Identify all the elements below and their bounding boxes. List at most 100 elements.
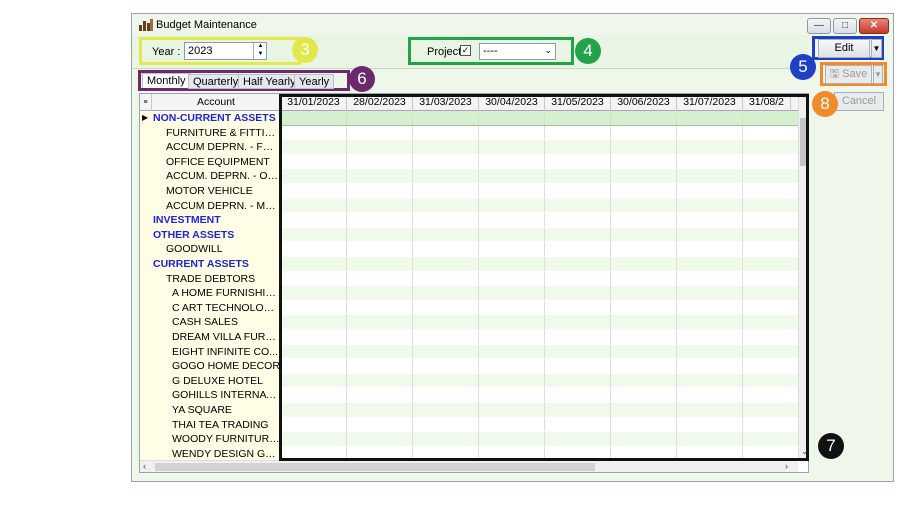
account-group-label[interactable]: CURRENT ASSETS	[152, 257, 280, 272]
table-row[interactable]: ACCUM DEPRN. - MOT...	[140, 198, 808, 214]
budget-value-cells[interactable]	[281, 271, 802, 287]
table-row[interactable]: ACCUM DEPRN. - FUR...	[140, 140, 808, 155]
budget-value-cells[interactable]	[281, 169, 802, 184]
table-row[interactable]: CURRENT ASSETS	[140, 257, 808, 272]
account-label[interactable]: ACCUM DEPRN. - MOT...	[152, 199, 280, 214]
account-label[interactable]: ACCUM. DEPRN. - OFF...	[152, 169, 280, 184]
tab-monthly[interactable]: Monthly	[142, 73, 191, 88]
budget-value-cells[interactable]	[281, 140, 802, 155]
year-spinner[interactable]: ▲ ▼	[253, 42, 267, 60]
scroll-left-icon[interactable]: ‹	[143, 461, 146, 471]
cancel-button[interactable]: Cancel	[834, 92, 884, 111]
vertical-scrollbar[interactable]: ⌃ ⌄	[798, 94, 808, 461]
scroll-right-icon[interactable]: ›	[785, 461, 788, 471]
budget-value-cells[interactable]	[281, 184, 802, 199]
date-column-header[interactable]: 31/07/2023	[677, 94, 743, 111]
account-label[interactable]: CASH SALES	[152, 315, 280, 330]
tab-quarterly[interactable]: Quarterly	[188, 74, 244, 89]
save-button[interactable]: 🖫 Save	[825, 65, 872, 84]
budget-value-cells[interactable]	[281, 388, 802, 403]
budget-value-cells[interactable]	[281, 154, 802, 170]
budget-value-cells[interactable]	[281, 242, 802, 257]
account-header[interactable]: Account	[152, 94, 281, 111]
table-row[interactable]: GOHILLS INTERNATI...	[140, 388, 808, 403]
account-label[interactable]: MOTOR VEHICLE	[152, 184, 280, 199]
budget-value-cells[interactable]	[281, 315, 802, 330]
account-label[interactable]: C ART TECHNOLOGY...	[152, 301, 280, 316]
horizontal-scroll-thumb[interactable]	[155, 463, 595, 471]
table-row[interactable]: GOGO HOME DECOR	[140, 359, 808, 374]
budget-value-cells[interactable]	[281, 111, 802, 126]
table-row[interactable]: C ART TECHNOLOGY...	[140, 300, 808, 316]
table-row[interactable]: INVESTMENT	[140, 213, 808, 228]
tab-yearly[interactable]: Yearly	[294, 74, 335, 89]
account-label[interactable]: ACCUM DEPRN. - FUR...	[152, 140, 280, 155]
project-select[interactable]: ---- ⌄	[479, 43, 556, 60]
table-row[interactable]: ▶ NON-CURRENT ASSETS	[140, 111, 808, 126]
budget-value-cells[interactable]	[281, 344, 802, 360]
budget-value-cells[interactable]	[281, 432, 802, 447]
project-checkbox[interactable]: ✓	[460, 45, 471, 56]
table-row[interactable]: THAI TEA TRADING	[140, 417, 808, 433]
account-group-label[interactable]: OTHER ASSETS	[152, 228, 280, 243]
account-label[interactable]: OFFICE EQUIPMENT	[152, 155, 280, 170]
account-label[interactable]: THAI TEA TRADING	[152, 418, 280, 433]
table-row[interactable]: TRADE DEBTORS	[140, 271, 808, 287]
table-row[interactable]: CASH SALES	[140, 315, 808, 330]
account-label[interactable]: GOODWILL	[152, 242, 280, 257]
budget-value-cells[interactable]	[281, 403, 802, 418]
budget-value-cells[interactable]	[281, 373, 802, 389]
budget-value-cells[interactable]	[281, 359, 802, 374]
budget-value-cells[interactable]	[281, 198, 802, 214]
table-row[interactable]: DREAM VILLA FURNI...	[140, 330, 808, 345]
budget-value-cells[interactable]	[281, 300, 802, 316]
table-row[interactable]: FURNITURE & FITTINGS	[140, 125, 808, 141]
budget-value-cells[interactable]	[281, 417, 802, 433]
budget-value-cells[interactable]	[281, 257, 802, 272]
account-group-label[interactable]: INVESTMENT	[152, 213, 280, 228]
date-column-header[interactable]: 30/04/2023	[479, 94, 545, 111]
tab-half-yearly[interactable]: Half Yearly	[238, 74, 301, 89]
edit-dropdown-icon[interactable]: ▼	[871, 39, 882, 58]
table-row[interactable]: ACCUM. DEPRN. - OFF...	[140, 169, 808, 184]
date-column-header[interactable]: 30/06/2023	[611, 94, 677, 111]
account-label[interactable]: GOHILLS INTERNATI...	[152, 388, 280, 403]
account-label[interactable]: GOGO HOME DECOR	[152, 359, 280, 374]
table-row[interactable]: WOODY FURNITURE...	[140, 432, 808, 447]
maximize-button[interactable]: □	[833, 18, 857, 34]
account-label[interactable]: DREAM VILLA FURNI...	[152, 330, 280, 345]
table-row[interactable]: OTHER ASSETS	[140, 227, 808, 243]
account-label[interactable]: G DELUXE HOTEL	[152, 374, 280, 389]
vertical-scroll-thumb[interactable]	[800, 118, 808, 166]
date-column-header[interactable]: 31/01/2023	[281, 94, 347, 111]
account-group-label[interactable]: NON-CURRENT ASSETS	[152, 111, 280, 126]
table-row[interactable]: MOTOR VEHICLE	[140, 184, 808, 199]
date-column-header[interactable]: 31/05/2023	[545, 94, 611, 111]
scroll-down-icon[interactable]: ⌄	[801, 446, 808, 457]
table-row[interactable]: YA SQUARE	[140, 403, 808, 418]
date-column-header[interactable]: 31/08/2	[743, 94, 791, 111]
budget-value-cells[interactable]	[281, 227, 802, 243]
account-label[interactable]: YA SQUARE	[152, 403, 280, 418]
account-label[interactable]: WOODY FURNITURE...	[152, 432, 280, 447]
horizontal-scrollbar[interactable]: ‹ ›	[140, 460, 798, 472]
close-button[interactable]: ✕	[859, 18, 889, 34]
date-column-header[interactable]: 31/03/2023	[413, 94, 479, 111]
table-row[interactable]: GOODWILL	[140, 242, 808, 257]
table-row[interactable]: OFFICE EQUIPMENT	[140, 154, 808, 170]
account-label[interactable]: A HOME FURNISHIN...	[152, 286, 280, 301]
budget-value-cells[interactable]	[281, 286, 802, 301]
account-label[interactable]: FURNITURE & FITTINGS	[152, 126, 280, 141]
minimize-button[interactable]: —	[807, 18, 831, 34]
budget-value-cells[interactable]	[281, 213, 802, 228]
budget-value-cells[interactable]	[281, 330, 802, 345]
scroll-up-icon[interactable]: ⌃	[801, 94, 808, 105]
table-row[interactable]: A HOME FURNISHIN...	[140, 286, 808, 301]
table-row[interactable]: G DELUXE HOTEL	[140, 373, 808, 389]
budget-value-cells[interactable]	[281, 125, 802, 141]
date-column-header[interactable]: 28/02/2023	[347, 94, 413, 111]
account-label[interactable]: TRADE DEBTORS	[152, 272, 280, 287]
save-dropdown-icon[interactable]: ▼	[873, 65, 883, 84]
account-label[interactable]: EIGHT INFINITE CO...	[152, 345, 280, 360]
edit-button[interactable]: Edit	[818, 39, 870, 58]
